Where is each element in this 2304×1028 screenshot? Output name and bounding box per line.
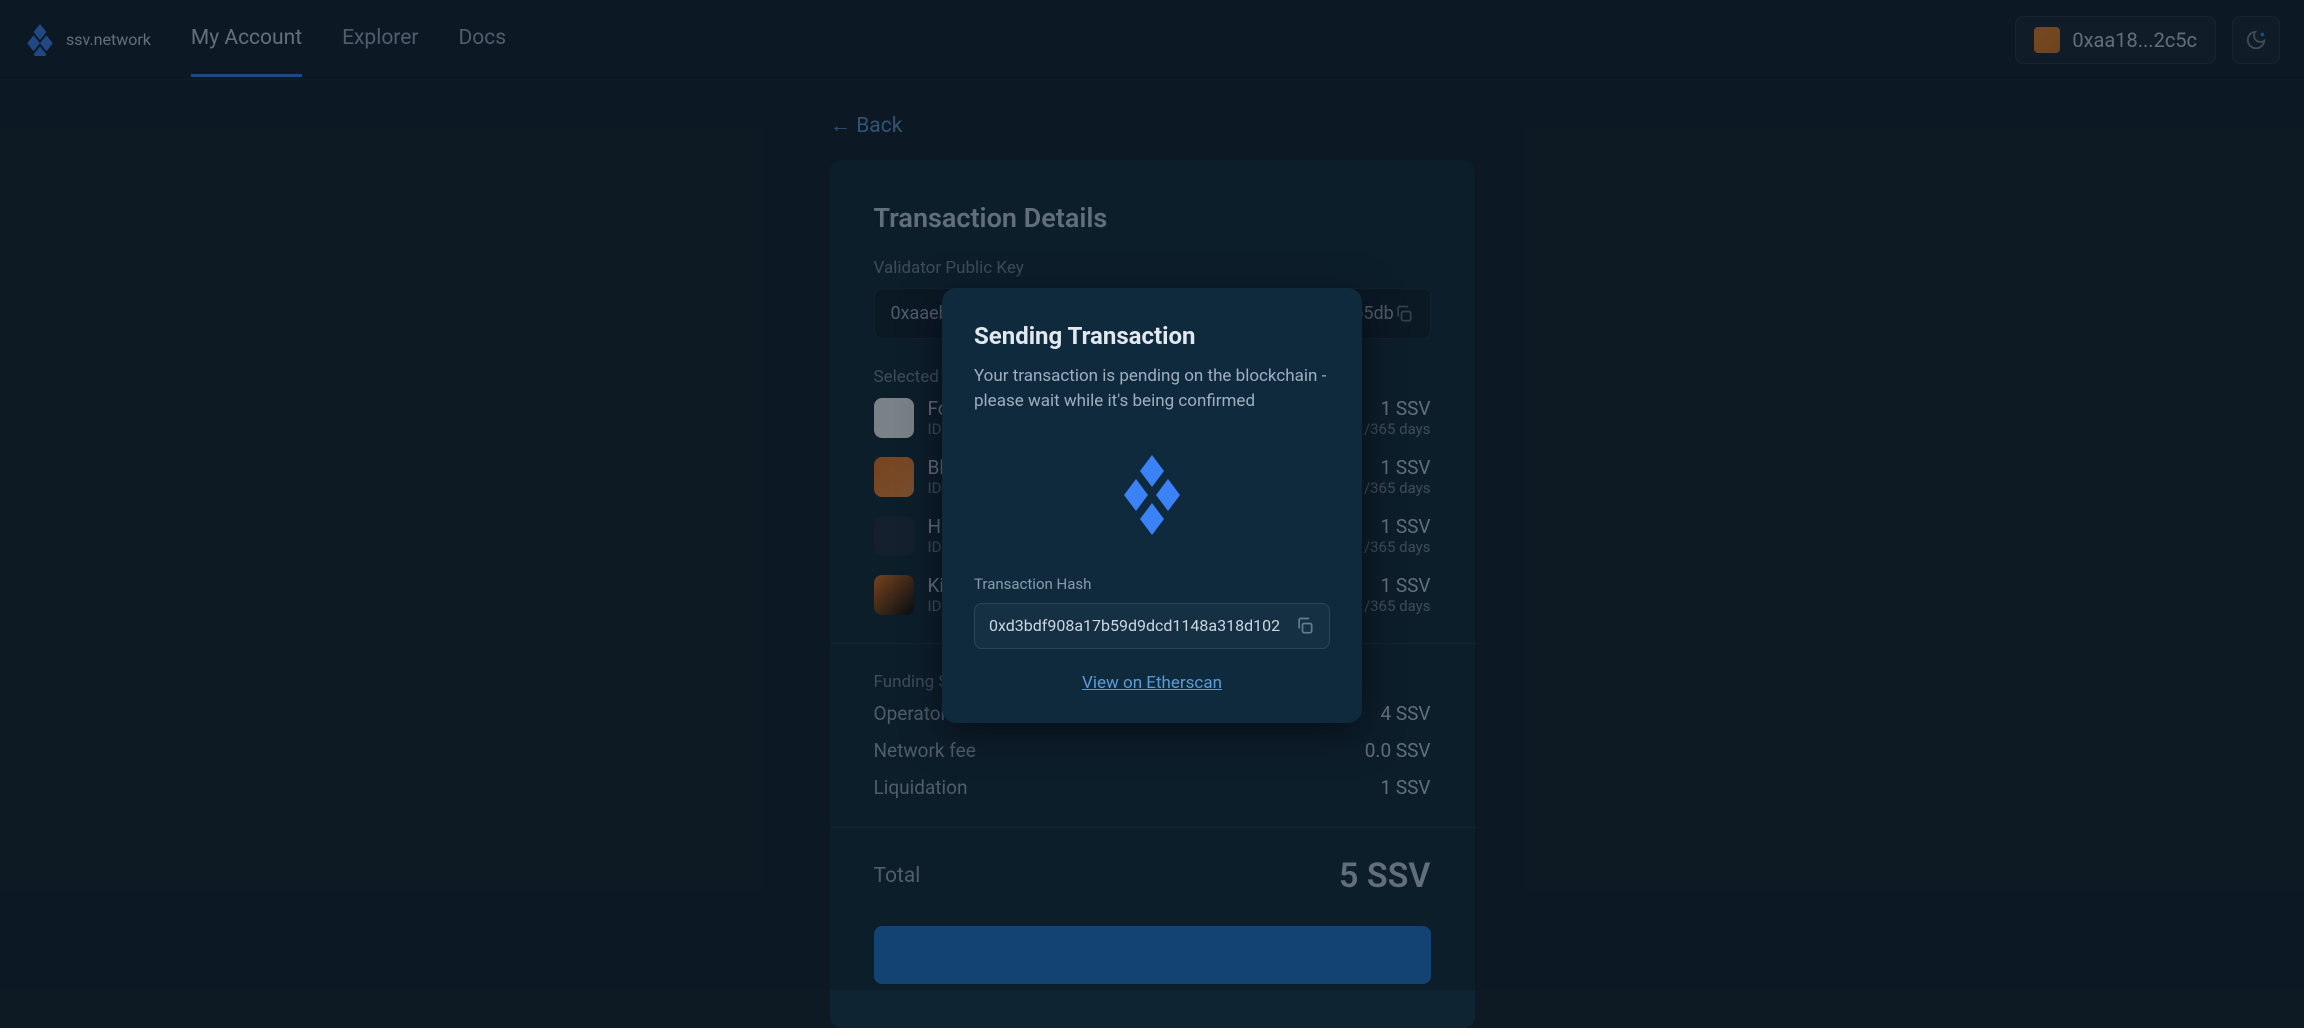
ssv-logo-icon	[974, 455, 1330, 535]
copy-icon[interactable]	[1295, 616, 1315, 636]
modal-backdrop: Sending Transaction Your transaction is …	[0, 0, 2304, 990]
view-on-etherscan-link[interactable]: View on Etherscan	[974, 673, 1330, 693]
sending-transaction-modal: Sending Transaction Your transaction is …	[942, 288, 1362, 723]
hash-field: 0xd3bdf908a17b59d9dcd1148a318d102	[974, 603, 1330, 649]
modal-description: Your transaction is pending on the block…	[974, 364, 1330, 415]
modal-title: Sending Transaction	[974, 322, 1330, 350]
hash-value: 0xd3bdf908a17b59d9dcd1148a318d102	[989, 616, 1295, 635]
hash-label: Transaction Hash	[974, 575, 1330, 593]
